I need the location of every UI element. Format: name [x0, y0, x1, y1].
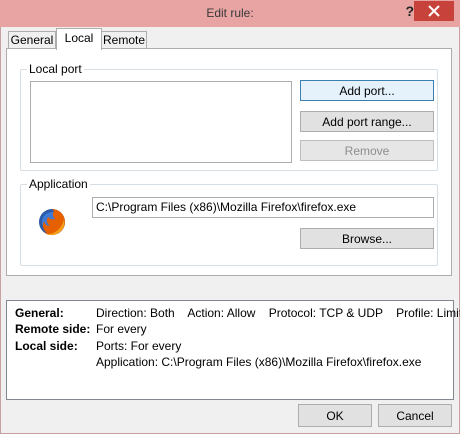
- rule-summary-box: General: Direction: Both Action: Allow P…: [6, 300, 460, 400]
- window-title: Edit rule:: [206, 6, 254, 20]
- ok-button[interactable]: OK: [298, 404, 372, 427]
- summary-local-label: Local side:: [15, 339, 78, 353]
- add-port-range-button[interactable]: Add port range...: [300, 111, 434, 132]
- tab-panel-local: Local port Add port... Add port range...…: [6, 48, 452, 276]
- tab-local[interactable]: Local: [56, 28, 102, 50]
- summary-local-ports: Ports: For every: [96, 339, 182, 353]
- local-port-group-label: Local port: [27, 62, 84, 76]
- summary-general-label: General:: [15, 306, 64, 320]
- help-button[interactable]: ?: [405, 3, 414, 19]
- application-group-label: Application: [27, 177, 90, 191]
- summary-remote-value: For every: [96, 322, 147, 336]
- close-button[interactable]: [414, 1, 454, 21]
- browse-button[interactable]: Browse...: [300, 228, 434, 249]
- close-icon: [428, 5, 440, 17]
- summary-general-value: Direction: Both Action: Allow Protocol: …: [96, 306, 460, 320]
- summary-remote-label: Remote side:: [15, 322, 91, 336]
- title-bar[interactable]: Edit rule: ?: [0, 0, 460, 27]
- add-port-button[interactable]: Add port...: [300, 80, 434, 101]
- application-path-field[interactable]: C:\Program Files (x86)\Mozilla Firefox\f…: [92, 197, 434, 218]
- cancel-button[interactable]: Cancel: [378, 404, 452, 427]
- local-port-list[interactable]: [30, 81, 292, 163]
- summary-local-application: Application: C:\Program Files (x86)\Mozi…: [96, 355, 422, 369]
- remove-button[interactable]: Remove: [300, 140, 434, 161]
- firefox-icon: [36, 206, 68, 238]
